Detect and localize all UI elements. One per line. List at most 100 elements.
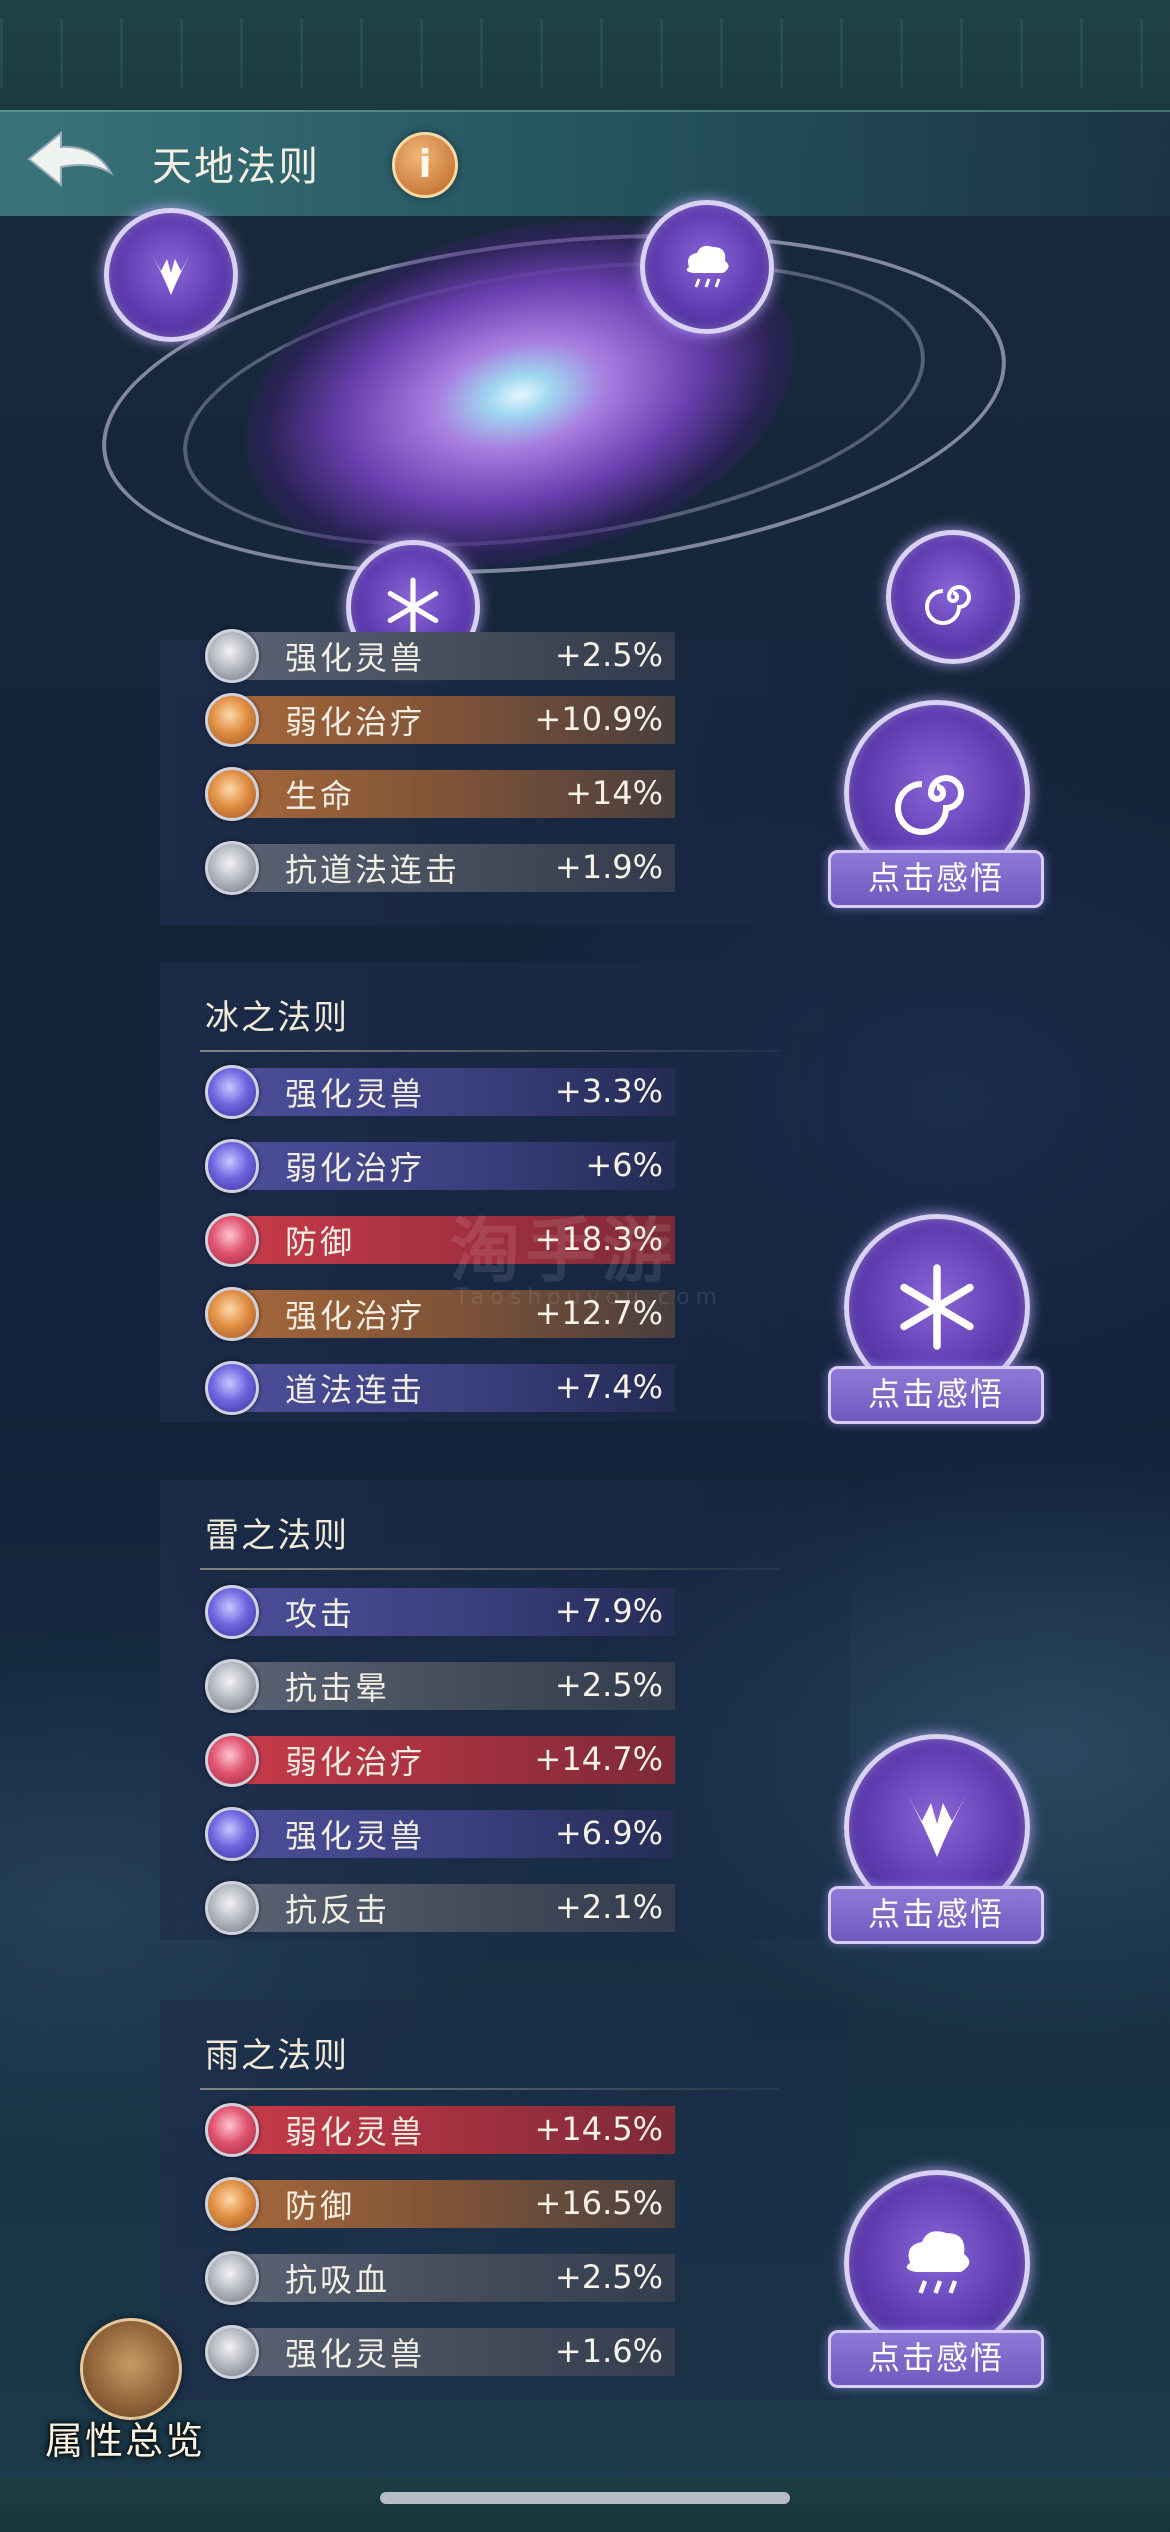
stat-label: 强化灵兽: [285, 2335, 426, 2373]
orbit-thunder-button[interactable]: [104, 208, 238, 342]
section-divider: [200, 1568, 780, 1570]
realize-button-thunder[interactable]: 点击感悟: [828, 1886, 1044, 1944]
stat-label: 防御: [285, 2187, 356, 2225]
stat-value: +14%: [565, 774, 663, 812]
stat-value: +14.7%: [534, 1740, 663, 1778]
stat-gem-icon: [205, 2103, 259, 2157]
stat-gem-icon: [205, 1065, 259, 1119]
orbit-rain-button[interactable]: [640, 200, 774, 334]
stat-row: 防御 +16.5%: [205, 2177, 675, 2231]
attribute-overview-button[interactable]: 属性总览: [30, 2318, 220, 2468]
stat-value: +14.5%: [534, 2110, 663, 2148]
realize-button-ice[interactable]: 点击感悟: [828, 1366, 1044, 1424]
stat-label: 攻击: [285, 1595, 356, 1633]
stat-value: +3.3%: [554, 1072, 663, 1110]
stat-gem-icon: [205, 1659, 259, 1713]
stat-row: 强化灵兽 +3.3%: [205, 1065, 675, 1119]
stat-row: 抗吸血 +2.5%: [205, 2251, 675, 2305]
stat-label: 防御: [285, 1223, 356, 1261]
stat-row: 抗道法连击 +1.9%: [205, 841, 675, 895]
lightning-icon: [151, 253, 191, 295]
stat-row: 强化治疗 +12.7%: [205, 1287, 675, 1341]
stat-gem-icon: [205, 2177, 259, 2231]
stat-label: 强化灵兽: [285, 1817, 426, 1855]
stat-value: +6%: [585, 1146, 663, 1184]
stat-label: 抗击晕: [285, 1669, 391, 1707]
overview-label: 属性总览: [44, 2419, 205, 2463]
snowflake-icon: [900, 1264, 974, 1350]
stat-row: 弱化治疗 +10.9%: [205, 693, 675, 747]
stat-gem-icon: [205, 1881, 259, 1935]
stat-label: 弱化灵兽: [285, 2113, 426, 2151]
stat-gem-icon: [205, 2325, 259, 2379]
section-divider: [200, 1050, 780, 1052]
swirl-icon: [925, 585, 971, 625]
stat-label: 弱化治疗: [285, 703, 426, 741]
stat-value: +7.4%: [554, 1368, 663, 1406]
snowflake-icon: [387, 577, 439, 637]
rain-law-emblem[interactable]: [844, 2170, 1030, 2356]
stat-value: +1.9%: [554, 848, 663, 886]
stat-row: 强化灵兽 +2.5%: [205, 629, 675, 683]
orbit-wind-button[interactable]: [886, 530, 1020, 664]
cloud-rain-icon: [686, 245, 729, 288]
stat-gem-icon: [205, 1361, 259, 1415]
stat-value: +18.3%: [534, 1220, 663, 1258]
stat-value: +2.5%: [554, 636, 663, 674]
stat-gem-icon: [205, 1287, 259, 1341]
back-arrow-icon: [27, 130, 114, 188]
stat-row: 生命 +14%: [205, 767, 675, 821]
stat-row: 抗反击 +2.1%: [205, 1881, 675, 1935]
stat-gem-icon: [205, 841, 259, 895]
stat-value: +2.1%: [554, 1888, 663, 1926]
stat-value: +10.9%: [534, 700, 663, 738]
stat-label: 强化灵兽: [285, 639, 426, 677]
stat-value: +2.5%: [554, 1666, 663, 1704]
chain-pattern: [0, 18, 1170, 88]
stat-label: 弱化治疗: [285, 1743, 426, 1781]
stat-row: 弱化治疗 +6%: [205, 1139, 675, 1193]
section-title-thunder: 雷之法则: [205, 1516, 349, 1556]
stat-row: 攻击 +7.9%: [205, 1585, 675, 1639]
cloud-rain-icon: [906, 2231, 970, 2294]
stat-label: 抗反击: [285, 1891, 391, 1929]
stat-gem-icon: [205, 629, 259, 683]
lightning-icon: [907, 1794, 967, 1857]
section-title-rain: 雨之法则: [205, 2036, 349, 2076]
stat-value: +16.5%: [534, 2184, 663, 2222]
stat-gem-icon: [205, 2251, 259, 2305]
stat-value: +2.5%: [554, 2258, 663, 2296]
stat-gem-icon: [205, 1733, 259, 1787]
back-button[interactable]: [22, 124, 118, 194]
stat-label: 强化治疗: [285, 1297, 426, 1335]
stat-value: +7.9%: [554, 1592, 663, 1630]
stat-gem-icon: [205, 767, 259, 821]
stat-gem-icon: [205, 1807, 259, 1861]
section-title-ice: 冰之法则: [205, 998, 349, 1038]
stat-gem-icon: [205, 693, 259, 747]
section-divider: [200, 2088, 780, 2090]
stat-row: 强化灵兽 +1.6%: [205, 2325, 675, 2379]
info-button[interactable]: i: [392, 132, 458, 198]
stat-label: 强化灵兽: [285, 1075, 426, 1113]
realize-button-wind[interactable]: 点击感悟: [828, 850, 1044, 908]
stat-gem-icon: [205, 1585, 259, 1639]
stat-gem-icon: [205, 1139, 259, 1193]
stat-label: 生命: [285, 777, 356, 815]
swirl-icon: [895, 775, 964, 835]
stat-value: +1.6%: [554, 2332, 663, 2370]
overview-emblem-icon: [80, 2318, 182, 2420]
stat-row: 抗击晕 +2.5%: [205, 1659, 675, 1713]
bottom-decor-band: [0, 2478, 1170, 2532]
stat-gem-icon: [205, 1213, 259, 1267]
top-decor-band: [0, 0, 1170, 112]
stat-row: 弱化治疗 +14.7%: [205, 1733, 675, 1787]
stat-value: +12.7%: [534, 1294, 663, 1332]
stat-row: 强化灵兽 +6.9%: [205, 1807, 675, 1861]
realize-button-rain[interactable]: 点击感悟: [828, 2330, 1044, 2388]
page-title: 天地法则: [152, 144, 320, 190]
stat-label: 道法连击: [285, 1371, 426, 1409]
stat-row: 弱化灵兽 +14.5%: [205, 2103, 675, 2157]
stat-label: 弱化治疗: [285, 1149, 426, 1187]
home-indicator[interactable]: [380, 2492, 790, 2504]
